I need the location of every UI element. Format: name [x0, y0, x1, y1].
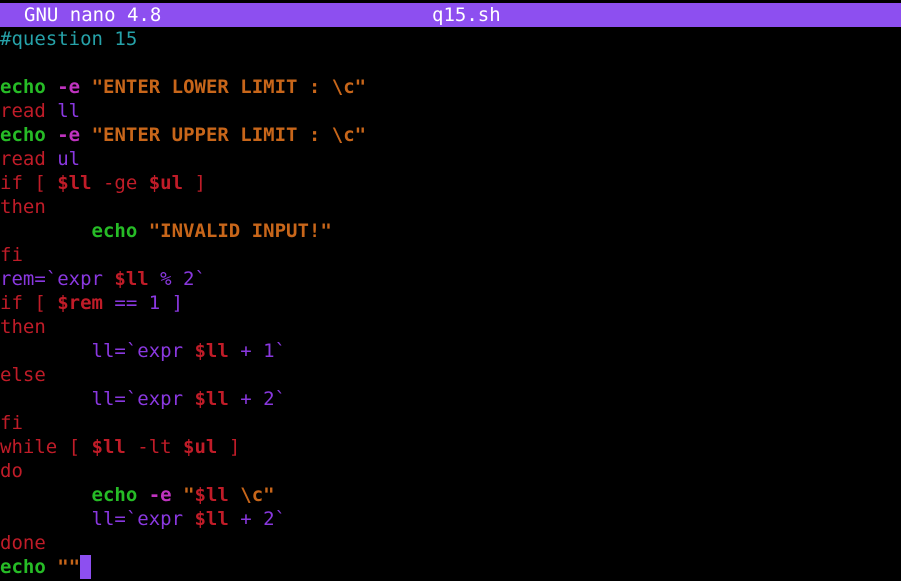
code-token: echo	[0, 556, 46, 578]
code-line[interactable]: ll=`expr $ll + 2`	[0, 387, 901, 411]
code-token: read	[0, 100, 46, 122]
code-token: ]	[183, 172, 206, 194]
code-token: "ENTER LOWER LIMIT : \c"	[91, 76, 367, 98]
code-token: + 1`	[228, 340, 286, 362]
code-line[interactable]: fi	[0, 243, 901, 267]
code-line[interactable]: echo -e "ENTER UPPER LIMIT : \c"	[0, 123, 901, 147]
code-line[interactable]: read ll	[0, 99, 901, 123]
code-line[interactable]: fi	[0, 411, 901, 435]
code-line[interactable]: ll=`expr $ll + 1`	[0, 339, 901, 363]
code-token: $ll	[194, 508, 229, 530]
code-line[interactable]: done	[0, 531, 901, 555]
code-token: echo	[91, 484, 138, 506]
code-line[interactable]: #question 15	[0, 27, 901, 51]
title-bar: GNU nano 4.8 q15.sh	[0, 3, 901, 27]
code-token: $ll	[194, 340, 229, 362]
code-line[interactable]: else	[0, 363, 901, 387]
app-name: GNU nano 4.8	[24, 4, 162, 26]
code-token: else	[0, 364, 46, 386]
code-token: if [	[0, 172, 58, 194]
code-token: read	[0, 148, 46, 170]
code-token: -e	[148, 484, 172, 506]
code-line[interactable]: rem=`expr $ll % 2`	[0, 267, 901, 291]
code-token: "INVALID INPUT!"	[148, 220, 332, 242]
code-line[interactable]: echo "INVALID INPUT!"	[0, 219, 901, 243]
code-token: -lt	[125, 436, 184, 458]
code-token: ll=`expr	[91, 508, 195, 530]
code-token: $ll	[194, 484, 229, 506]
code-line[interactable]: read ul	[0, 147, 901, 171]
code-line[interactable]: echo ""	[0, 555, 901, 579]
code-token: then	[0, 196, 46, 218]
code-token: $ll	[91, 436, 126, 458]
code-line[interactable]: then	[0, 195, 901, 219]
code-token: $rem	[57, 292, 103, 314]
code-token: % 2`	[148, 268, 206, 290]
code-token: $ll	[194, 388, 229, 410]
code-token: fi	[0, 412, 23, 434]
code-line[interactable]: echo -e "$ll \c"	[0, 483, 901, 507]
code-token: ]	[217, 436, 241, 458]
code-token: + 2`	[228, 388, 286, 410]
code-line[interactable]: echo -e "ENTER LOWER LIMIT : \c"	[0, 75, 901, 99]
code-token: ul	[57, 148, 81, 170]
code-line[interactable]: if [ $ll -ge $ul ]	[0, 171, 901, 195]
code-token: -e	[57, 76, 81, 98]
code-token: ""	[57, 556, 81, 578]
code-token: -ge	[91, 172, 149, 194]
code-line[interactable]: if [ $rem == 1 ]	[0, 291, 901, 315]
code-token: == 1 ]	[102, 292, 184, 314]
file-name: q15.sh	[432, 4, 501, 26]
code-token: then	[0, 316, 46, 338]
code-token: ll	[57, 100, 81, 122]
text-cursor	[80, 555, 92, 579]
code-token: \c"	[228, 484, 275, 506]
code-token: $ul	[148, 172, 184, 194]
code-line[interactable]: while [ $ll -lt $ul ]	[0, 435, 901, 459]
editor-buffer[interactable]: #question 15 echo -e "ENTER LOWER LIMIT :…	[0, 27, 901, 581]
code-token: do	[0, 460, 23, 482]
code-token: fi	[0, 244, 23, 266]
code-token: $ll	[114, 268, 149, 290]
code-token: "ENTER UPPER LIMIT : \c"	[91, 124, 367, 146]
code-token: ll=`expr	[91, 340, 195, 362]
code-line[interactable]: do	[0, 459, 901, 483]
code-token: echo	[0, 76, 46, 98]
code-token: + 2`	[228, 508, 286, 530]
code-token: echo	[91, 220, 138, 242]
code-token: while [	[0, 436, 92, 458]
code-token: $ul	[183, 436, 218, 458]
code-token: "	[183, 484, 195, 506]
code-token: rem=`expr	[0, 268, 115, 290]
code-line[interactable]: ll=`expr $ll + 2`	[0, 507, 901, 531]
code-token: done	[0, 532, 46, 554]
code-token: -e	[57, 124, 81, 146]
code-token: ll=`expr	[91, 388, 195, 410]
code-line[interactable]: then	[0, 315, 901, 339]
code-token: echo	[0, 124, 46, 146]
code-token: if [	[0, 292, 58, 314]
code-token: $ll	[57, 172, 92, 194]
code-token: #question 15	[0, 28, 138, 50]
code-line[interactable]	[0, 51, 901, 75]
